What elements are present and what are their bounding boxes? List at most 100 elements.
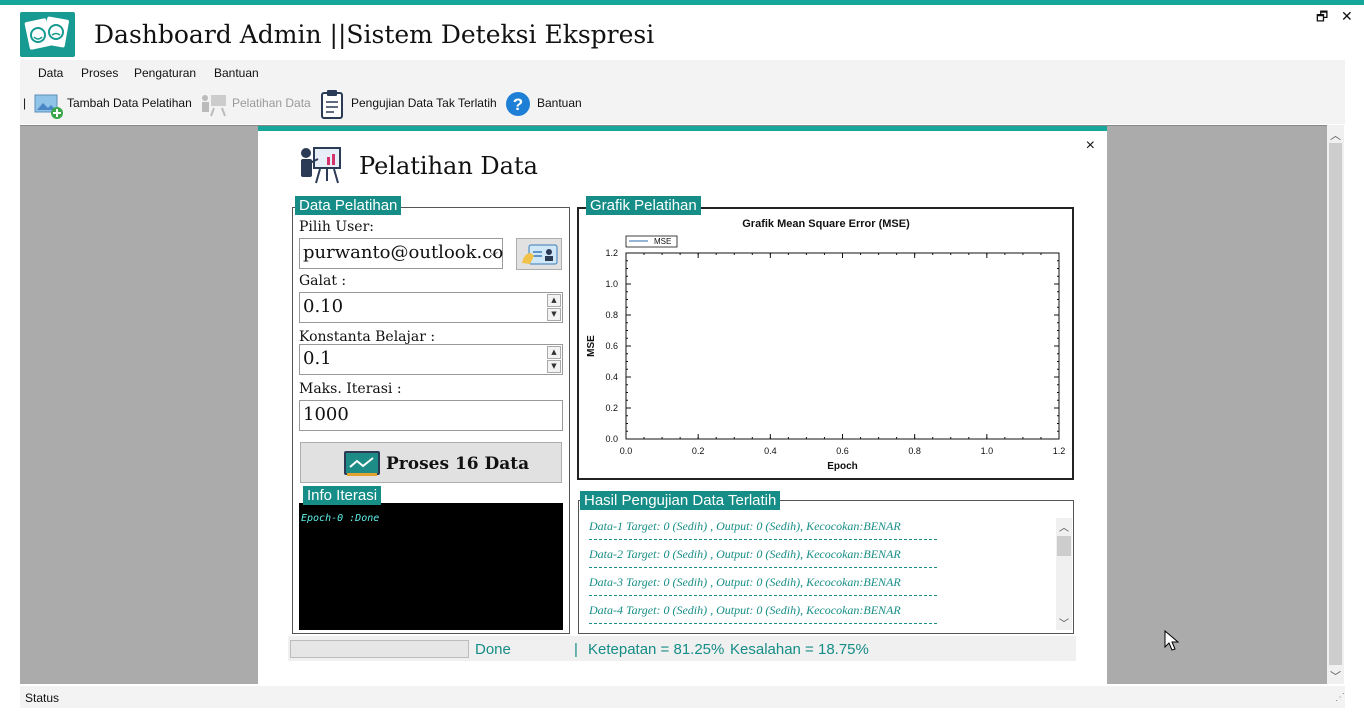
maks-iterasi-input[interactable]: 1000 — [299, 400, 563, 431]
grafik-pelatihan-label: Grafik Pelatihan — [586, 196, 701, 215]
maks-iterasi-value: 1000 — [303, 404, 349, 425]
pelatihan-data-window: × Pelatihan Data Data Pelatihan Pilih Us… — [258, 126, 1107, 684]
scroll-up-icon[interactable]: ︿ — [1056, 519, 1072, 534]
plot-area — [625, 252, 1060, 440]
x-tick-label: 0.4 — [764, 446, 777, 456]
presentation-icon — [301, 147, 341, 184]
pelatihan-data-label: Pelatihan Data — [232, 96, 311, 110]
divider — [589, 623, 937, 624]
menu-proses[interactable]: Proses — [81, 66, 118, 80]
menu-pengaturan[interactable]: Pengaturan — [134, 66, 196, 80]
restore-icon[interactable]: 🗗 — [1316, 8, 1328, 30]
bantuan-label: Bantuan — [537, 96, 582, 110]
hasil-pengujian-group: Data-1 Target: 0 (Sedih) , Output: 0 (Se… — [578, 500, 1074, 634]
divider — [589, 539, 937, 540]
divider — [589, 595, 937, 596]
ketepatan-text: Ketepatan = 81.25% — [588, 641, 725, 658]
scroll-down-icon[interactable]: ﹀ — [1327, 668, 1344, 684]
toolbar-separator: | — [23, 96, 27, 110]
info-iterasi-label: Info Iterasi — [303, 486, 382, 505]
galat-up-icon[interactable]: ▲ — [547, 294, 561, 307]
scroll-up-icon[interactable]: ︿ — [1327, 127, 1344, 143]
user-select-value: purwanto@outlook.co — [303, 242, 504, 263]
presentation-icon — [202, 95, 226, 117]
user-card-icon — [522, 244, 558, 265]
window-accent-bar — [0, 0, 1364, 5]
proses-button[interactable]: Proses 16 Data — [300, 442, 562, 483]
menu-bantuan[interactable]: Bantuan — [214, 66, 259, 80]
konstanta-down-icon[interactable]: ▼ — [547, 360, 561, 373]
console-text: Epoch-0 :Done — [301, 513, 380, 524]
konstanta-input[interactable]: 0.1 ▲ ▼ — [299, 344, 563, 375]
svg-text:?: ? — [513, 95, 523, 114]
y-tick-label: 0.8 — [605, 310, 618, 320]
help-icon: ? — [506, 92, 530, 116]
scroll-down-icon[interactable]: ﹀ — [1056, 615, 1072, 630]
clipboard-icon — [321, 90, 343, 119]
proses-button-label: Proses 16 Data — [386, 454, 530, 474]
y-tick-label: 1.0 — [605, 279, 618, 289]
chart-board-icon — [344, 451, 380, 476]
galat-label: Galat : — [299, 273, 347, 289]
result-line: Data-2 Target: 0 (Sedih) , Output: 0 (Se… — [589, 547, 901, 561]
konstanta-up-icon[interactable]: ▲ — [547, 346, 561, 359]
window-title: Pelatihan Data — [359, 152, 538, 180]
app-logo — [20, 12, 75, 57]
x-tick-label: 0.0 — [620, 446, 633, 456]
user-select[interactable]: purwanto@outlook.co ⌵ — [299, 238, 503, 269]
result-line: Data-4 Target: 0 (Sedih) , Output: 0 (Se… — [589, 603, 901, 617]
x-axis-title: Epoch — [827, 461, 858, 472]
y-tick-label: 0.6 — [605, 341, 618, 351]
grafik-pelatihan-group: Grafik Mean Square Error (MSE) 0.0 0.2 0.4 0… — [577, 207, 1074, 480]
menu-bar: Data Proses Pengaturan Bantuan — [20, 60, 1345, 86]
workspace-scrollbar[interactable]: ︿ ﹀ — [1327, 125, 1344, 684]
tambah-data-label: Tambah Data Pelatihan — [67, 96, 192, 110]
mouse-cursor-icon — [1164, 630, 1180, 651]
y-tick-label: 0.4 — [605, 372, 618, 382]
x-tick-label: 0.8 — [908, 446, 921, 456]
x-tick-label: 1.0 — [981, 446, 994, 456]
results-scrollbar[interactable]: ︿ ﹀ — [1056, 518, 1072, 630]
y-tick-label: 0.2 — [605, 403, 618, 413]
pengujian-data-label: Pengujian Data Tak Terlatih — [351, 96, 497, 110]
galat-down-icon[interactable]: ▼ — [547, 308, 561, 321]
result-line: Data-3 Target: 0 (Sedih) , Output: 0 (Se… — [589, 575, 901, 589]
x-tick-label: 0.6 — [836, 446, 849, 456]
progress-bar — [290, 640, 469, 658]
konstanta-value: 0.1 — [303, 348, 332, 369]
status-done: Done — [475, 641, 511, 658]
resize-grip-icon[interactable]: ⋰ — [1335, 692, 1345, 703]
mse-chart: Grafik Mean Square Error (MSE) 0.0 0.2 0.4 0… — [586, 218, 1066, 472]
status-bar: Status ⋰ — [20, 686, 1345, 708]
maks-iterasi-label: Maks. Iterasi : — [299, 381, 402, 397]
toolbar: | Tambah Data Pelatihan Pelatihan Data P… — [20, 86, 1345, 124]
result-status-bar: Done | Ketepatan = 81.25% Kesalahan = 18… — [288, 636, 1076, 661]
y-tick-label: 0.0 — [605, 434, 618, 444]
close-icon[interactable]: ✕ — [1341, 8, 1353, 25]
legend-label: MSE — [654, 237, 671, 246]
status-separator: | — [574, 641, 578, 658]
scroll-thumb[interactable] — [1329, 143, 1342, 665]
scroll-thumb[interactable] — [1057, 536, 1071, 556]
pilih-user-label: Pilih User: — [299, 219, 374, 235]
y-axis-title: MSE — [586, 335, 597, 357]
divider — [589, 567, 937, 568]
chart-title: Grafik Mean Square Error (MSE) — [742, 218, 910, 230]
galat-input[interactable]: 0.10 ▲ ▼ — [299, 292, 563, 323]
user-card-button[interactable] — [516, 238, 562, 270]
app-title: Dashboard Admin ||Sistem Deteksi Ekspres… — [94, 20, 655, 49]
x-tick-label: 0.2 — [692, 446, 705, 456]
hasil-pengujian-label: Hasil Pengujian Data Terlatih — [580, 491, 781, 510]
chevron-down-icon[interactable]: ⌵ — [490, 239, 498, 267]
status-text: Status — [25, 691, 60, 705]
data-pelatihan-label: Data Pelatihan — [295, 196, 402, 215]
x-tick-label: 1.2 — [1053, 446, 1066, 456]
add-image-icon — [34, 94, 63, 119]
galat-value: 0.10 — [303, 296, 344, 317]
result-line: Data-1 Target: 0 (Sedih) , Output: 0 (Se… — [589, 519, 901, 533]
y-tick-label: 1.2 — [605, 248, 618, 258]
menu-data[interactable]: Data — [38, 66, 63, 80]
close-window-icon[interactable]: × — [1086, 137, 1095, 155]
info-iterasi-console: Epoch-0 :Done — [299, 503, 563, 630]
konstanta-label: Konstanta Belajar : — [299, 329, 436, 345]
